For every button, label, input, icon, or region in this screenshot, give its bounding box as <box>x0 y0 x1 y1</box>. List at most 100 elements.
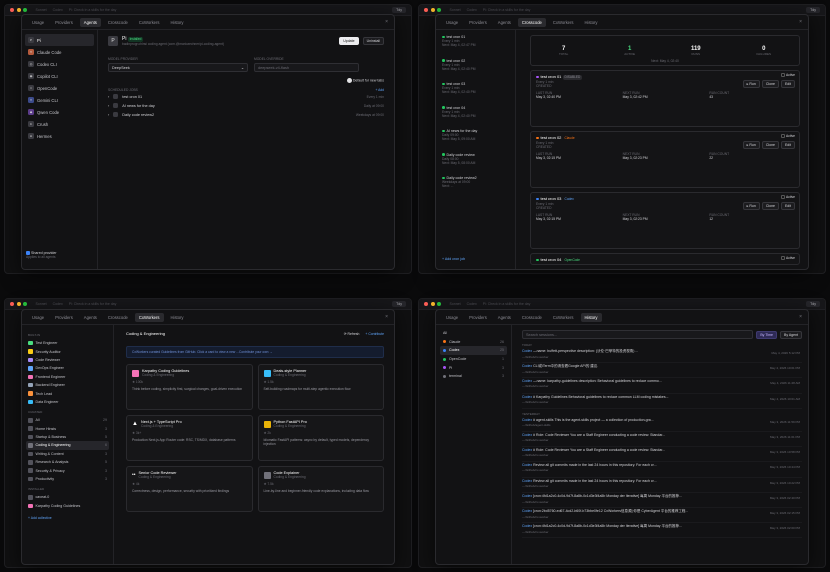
provider-item[interactable]: ◉ Copilot CLI <box>25 70 94 82</box>
tab-crosscode[interactable]: Crosscode <box>518 313 546 322</box>
uninstall-button[interactable]: Uninstall <box>362 37 384 45</box>
minimize-dot[interactable] <box>16 8 21 12</box>
history-row[interactable]: Codex # Role: Code Reviewer You are a St… <box>522 447 802 463</box>
bg-tab[interactable]: Codex <box>467 302 477 306</box>
bg-tab[interactable]: Codex <box>53 302 63 306</box>
history-row[interactable]: Codex Review all git commits made in the… <box>522 478 802 493</box>
agent-filter-item[interactable]: Codex 25 <box>440 346 507 355</box>
builtin-item[interactable]: Backend Engineer <box>26 381 109 389</box>
checkbox-icon[interactable] <box>781 256 786 261</box>
bg-tab[interactable]: Codex <box>53 8 63 12</box>
edit-button[interactable]: Edit <box>780 202 795 210</box>
close-dot[interactable] <box>424 302 428 306</box>
builtin-item[interactable]: Tech Lead <box>26 389 109 397</box>
clone-button[interactable]: Clone <box>761 141 779 149</box>
category-item[interactable]: Home Hinsts 3 <box>26 425 109 433</box>
run-button[interactable]: ▸ Run <box>742 80 760 88</box>
add-job-button[interactable]: + Add <box>375 88 384 92</box>
tab-usage[interactable]: Usage <box>442 313 462 322</box>
bg-tab[interactable]: Sonnet <box>36 8 47 12</box>
history-row[interactable]: Codex # agent-skills This is the agent-s… <box>522 417 802 432</box>
history-row[interactable]: Codex —name: buffett-perspective descrip… <box>522 348 802 364</box>
minimize-dot[interactable] <box>430 302 435 306</box>
provider-item[interactable]: P Pi <box>25 34 94 46</box>
zoom-dot[interactable] <box>23 302 27 306</box>
model-override-input[interactable]: deepseek-v4-flash <box>254 63 359 72</box>
active-toggle[interactable]: Active <box>781 134 795 139</box>
edit-button[interactable]: Edit <box>780 141 795 149</box>
add-collective-button[interactable]: + Add collective <box>28 516 109 520</box>
bg-tab[interactable]: Pi: Check in a skills for the day <box>69 8 117 12</box>
provider-item[interactable]: □ OpenCode <box>25 82 94 94</box>
contribute-button[interactable]: + Contribute <box>365 332 384 336</box>
builtin-item[interactable]: Frontend Engineer <box>26 373 109 381</box>
history-row[interactable]: Codex [cron:4fd1a2c0-4c0d-9d7f-8a8b-0c1d… <box>522 523 802 539</box>
zoom-dot[interactable] <box>437 8 441 12</box>
provider-item[interactable]: ✦ Gemini CLI <box>25 94 94 106</box>
tab-cxworkers[interactable]: CxWorkers <box>135 18 164 27</box>
tab-history[interactable]: History <box>580 312 602 322</box>
provider-item[interactable]: ◎ Codex CLI <box>25 58 94 70</box>
cron-job-item[interactable]: test cron 01 Every 1 min Next: May 4, 02:4… <box>440 34 511 58</box>
builtin-item[interactable]: Test Engineer <box>26 339 109 347</box>
edit-button[interactable]: Edit <box>780 80 795 88</box>
category-item[interactable]: Coding & Engineering 6 <box>26 441 109 450</box>
category-item[interactable]: Writing & Content 3 <box>26 450 109 458</box>
run-button[interactable]: ▸ Run <box>742 141 760 149</box>
tab-providers[interactable]: Providers <box>51 313 77 322</box>
by-time-button[interactable]: By Time <box>756 330 777 339</box>
provider-item[interactable]: ✳ Claude Code <box>25 46 94 58</box>
history-row[interactable]: Codex CLI或iTerm中的请查看Google API的 建议. —/Git… <box>522 363 802 379</box>
builtin-item[interactable]: Code Reviewer <box>26 356 109 364</box>
category-item[interactable]: Research & Analysis 5 <box>26 458 109 466</box>
skill-card[interactable]: Code Explainer Coding & Engineering ★ 7.5k… <box>257 466 384 512</box>
tab-cxworkers[interactable]: CxWorkers <box>549 18 578 27</box>
close-dot[interactable] <box>10 8 14 12</box>
today-button[interactable]: Tdy <box>392 301 406 307</box>
tab-crosscode[interactable]: Crosscode <box>104 313 132 322</box>
tab-crosscode[interactable]: Crosscode <box>517 17 546 27</box>
by-agent-button[interactable]: By Agent <box>779 330 802 339</box>
tab-history[interactable]: History <box>167 18 188 27</box>
tab-usage[interactable]: Usage <box>28 313 48 322</box>
bg-tab[interactable]: Codex <box>467 8 477 12</box>
tab-agents[interactable]: Agents <box>494 18 515 27</box>
cron-job-item[interactable]: test cron 03 Every 1 min Next: May 4, 02:4… <box>440 81 511 105</box>
close-dot[interactable] <box>10 302 14 306</box>
cron-job-item[interactable]: Daily code review Daily 08:00 Next: May 5,… <box>440 152 511 176</box>
zoom-dot[interactable] <box>437 302 441 306</box>
search-input[interactable]: Search sessions... <box>522 330 754 339</box>
refresh-button[interactable]: ⟳ Refresh <box>344 332 360 336</box>
tab-crosscode[interactable]: Crosscode <box>104 18 132 27</box>
cron-job-item[interactable]: Daily code review2 Weekdays at 09:00 Next:… <box>440 175 511 199</box>
close-icon[interactable]: × <box>385 314 388 320</box>
builtin-item[interactable]: DevOps Engineer <box>26 364 109 372</box>
scheduled-job-row[interactable]: › test cron 01 Every 1 min <box>108 92 384 101</box>
close-icon[interactable]: × <box>385 19 388 25</box>
tab-agents[interactable]: Agents <box>79 17 101 27</box>
skill-card[interactable]: Karpathy Coding Guidelines Coding & Engin… <box>126 364 253 410</box>
tab-providers[interactable]: Providers <box>51 18 77 27</box>
agent-filter-item[interactable]: All <box>440 329 507 338</box>
active-toggle[interactable]: Active <box>781 195 795 200</box>
tab-history[interactable]: History <box>167 313 188 322</box>
category-item[interactable]: Security & Privacy 3 <box>26 466 109 474</box>
bg-tab[interactable]: Pi: Check in a skills for the day <box>483 8 531 12</box>
provider-item[interactable]: C Crush <box>25 118 94 130</box>
agent-filter-item[interactable]: Claude 26 <box>440 338 507 347</box>
tab-cxworkers[interactable]: CxWorkers <box>134 312 164 322</box>
model-provider-select[interactable]: DeepSeek ⌄ <box>108 63 248 72</box>
skill-card[interactable]: Python FastAPI Pro Coding & Engineering ★ … <box>257 415 384 461</box>
clone-button[interactable]: Clone <box>761 202 779 210</box>
default-toggle[interactable]: Default for new tabs <box>108 78 384 83</box>
today-button[interactable]: Tdy <box>392 7 406 13</box>
shared-provider[interactable]: Shared provider Applies to all agents <box>26 251 57 259</box>
minimize-dot[interactable] <box>16 302 21 306</box>
tab-usage[interactable]: Usage <box>28 18 48 27</box>
category-item[interactable]: Productivity 3 <box>26 475 109 483</box>
bg-tab[interactable]: Sonnet <box>36 302 47 306</box>
tab-providers[interactable]: Providers <box>465 18 491 27</box>
history-row[interactable]: Codex # Karpathy Guidelines Behavioral g… <box>522 394 802 409</box>
tab-providers[interactable]: Providers <box>465 313 491 322</box>
bg-tab[interactable]: Pi: Check in a skills for the day <box>483 302 531 306</box>
